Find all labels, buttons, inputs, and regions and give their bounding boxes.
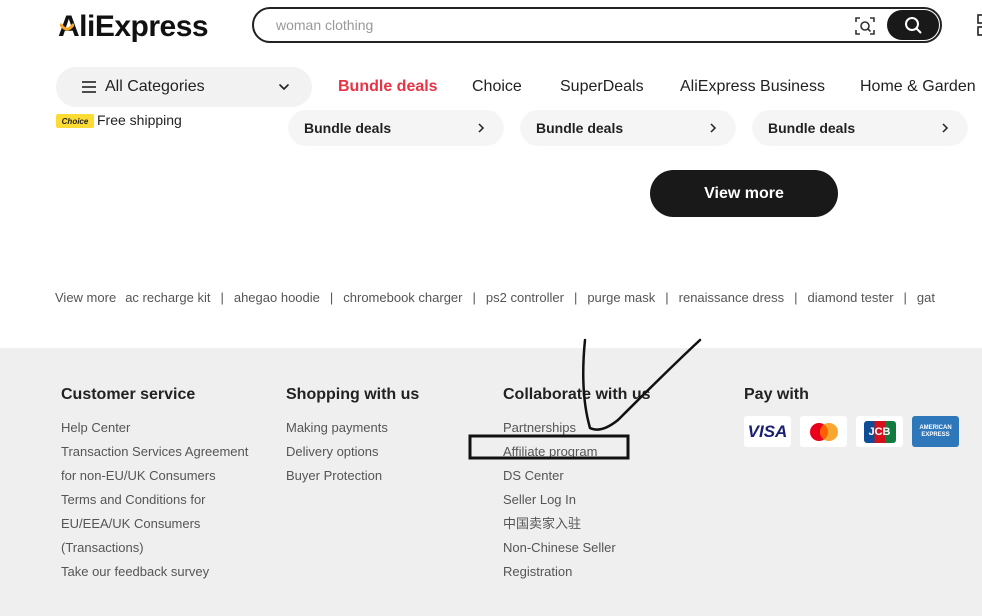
footer-link-help-center[interactable]: Help Center xyxy=(61,416,248,440)
footer-link-seller-login[interactable]: Seller Log In xyxy=(503,488,651,512)
mastercard-icon xyxy=(800,416,847,447)
related-search-link[interactable]: ac recharge kit xyxy=(125,290,210,305)
footer-heading: Shopping with us xyxy=(286,386,420,403)
footer-link-buyer-protection[interactable]: Buyer Protection xyxy=(286,464,419,488)
separator: | xyxy=(220,290,224,305)
footer-link-ds-center[interactable]: DS Center xyxy=(503,464,651,488)
footer: Customer service Help Center Transaction… xyxy=(0,348,982,616)
jcb-text: JCB xyxy=(868,425,891,438)
visa-icon: VISA xyxy=(744,416,791,447)
footer-collaborate: Collaborate with us Partnerships Affilia… xyxy=(503,386,651,584)
nav-superdeals[interactable]: SuperDeals xyxy=(560,78,644,96)
footer-link-making-payments[interactable]: Making payments xyxy=(286,416,419,440)
footer-customer-service: Customer service Help Center Transaction… xyxy=(61,386,248,584)
footer-link-transaction-agreement[interactable]: Transaction Services Agreement xyxy=(61,440,248,464)
footer-link-non-chinese-seller[interactable]: Registration xyxy=(503,560,651,584)
related-search-link[interactable]: renaissance dress xyxy=(679,290,785,305)
nav-choice[interactable]: Choice xyxy=(472,78,522,96)
bundle-deals-card[interactable]: Bundle deals xyxy=(752,110,968,146)
search-icon xyxy=(905,17,922,34)
footer-link-feedback-survey[interactable]: Take our feedback survey xyxy=(61,560,248,584)
bundle-deals-card[interactable]: Bundle deals xyxy=(288,110,504,146)
separator: | xyxy=(794,290,798,305)
footer-pay-with: Pay with VISA JCB AMERICAN EXPRESS xyxy=(744,386,959,447)
related-searches: View more ac recharge kit | ahegao hoodie… xyxy=(55,290,935,305)
logo-smile-icon xyxy=(60,23,74,31)
chevron-right-icon xyxy=(478,123,485,133)
choice-badge: Choice xyxy=(56,114,94,128)
page: AliExpress All Categories Bu xyxy=(0,0,982,616)
amex-icon: AMERICAN EXPRESS xyxy=(912,416,959,447)
separator: | xyxy=(903,290,907,305)
related-search-link[interactable]: purge mask xyxy=(587,290,655,305)
footer-heading: Collaborate with us xyxy=(503,386,651,403)
footer-link-terms[interactable]: EU/EEA/UK Consumers xyxy=(61,512,248,536)
bundle-deals-label: Bundle deals xyxy=(768,120,856,136)
separator: | xyxy=(329,290,334,305)
footer-heading: Customer service xyxy=(61,386,196,403)
search-bar xyxy=(252,7,942,43)
payment-methods: VISA JCB AMERICAN EXPRESS xyxy=(744,416,959,447)
bundle-deals-card[interactable]: Bundle deals xyxy=(520,110,736,146)
all-categories-label: All Categories xyxy=(105,78,205,95)
image-search-icon[interactable] xyxy=(854,16,876,36)
footer-link-partnerships[interactable]: Partnerships xyxy=(503,416,651,440)
bundle-deals-label: Bundle deals xyxy=(304,120,392,136)
jcb-icon: JCB xyxy=(856,416,903,447)
aliexpress-logo[interactable]: AliExpress xyxy=(58,9,209,45)
footer-link-terms[interactable]: (Transactions) xyxy=(61,536,248,560)
related-search-link[interactable]: gat xyxy=(917,290,935,305)
footer-link-delivery-options[interactable]: Delivery options xyxy=(286,440,419,464)
menu-icon xyxy=(82,81,96,93)
all-categories-button[interactable]: All Categories xyxy=(56,67,312,107)
chevron-down-icon xyxy=(279,84,289,91)
related-search-link[interactable]: diamond tester xyxy=(808,290,894,305)
free-shipping-text: Free shipping xyxy=(97,112,182,128)
separator: | xyxy=(665,290,669,305)
related-view-more-link[interactable]: View more xyxy=(55,290,116,305)
amex-text: AMERICAN EXPRESS xyxy=(919,424,952,438)
related-search-link[interactable]: ahegao hoodie xyxy=(234,290,320,305)
related-search-link[interactable]: ps2 controller xyxy=(486,290,564,305)
chevron-right-icon xyxy=(710,123,717,133)
nav-bundle-deals[interactable]: Bundle deals xyxy=(338,78,438,96)
mastercard-logo xyxy=(809,422,838,441)
nav-aliexpress-business[interactable]: AliExpress Business xyxy=(680,78,825,96)
separator: | xyxy=(472,290,476,305)
qr-code-icon[interactable] xyxy=(974,12,982,38)
footer-heading: Pay with xyxy=(744,386,809,403)
footer-link-affiliate-program[interactable]: Affiliate program xyxy=(503,440,651,464)
chevron-right-icon xyxy=(942,123,949,133)
footer-link-transaction-agreement[interactable]: for non-EU/UK Consumers xyxy=(61,464,248,488)
visa-text: VISA xyxy=(747,421,788,441)
footer-shopping: Shopping with us Making payments Deliver… xyxy=(286,386,419,488)
separator: | xyxy=(573,290,578,305)
nav-home-garden[interactable]: Home & Garden xyxy=(860,78,976,96)
footer-link-non-chinese-seller[interactable]: Non-Chinese Seller xyxy=(503,536,651,560)
logo-text: AliExpress xyxy=(58,10,209,43)
footer-link-terms[interactable]: Terms and Conditions for xyxy=(61,488,248,512)
related-search-link[interactable]: chromebook charger xyxy=(343,290,462,305)
footer-link-chinese-seller[interactable]: 中国卖家入驻 xyxy=(503,512,651,536)
search-input[interactable] xyxy=(276,17,836,33)
search-button[interactable] xyxy=(887,10,939,40)
view-more-button[interactable]: View more xyxy=(650,170,838,217)
bundle-deals-label: Bundle deals xyxy=(536,120,624,136)
